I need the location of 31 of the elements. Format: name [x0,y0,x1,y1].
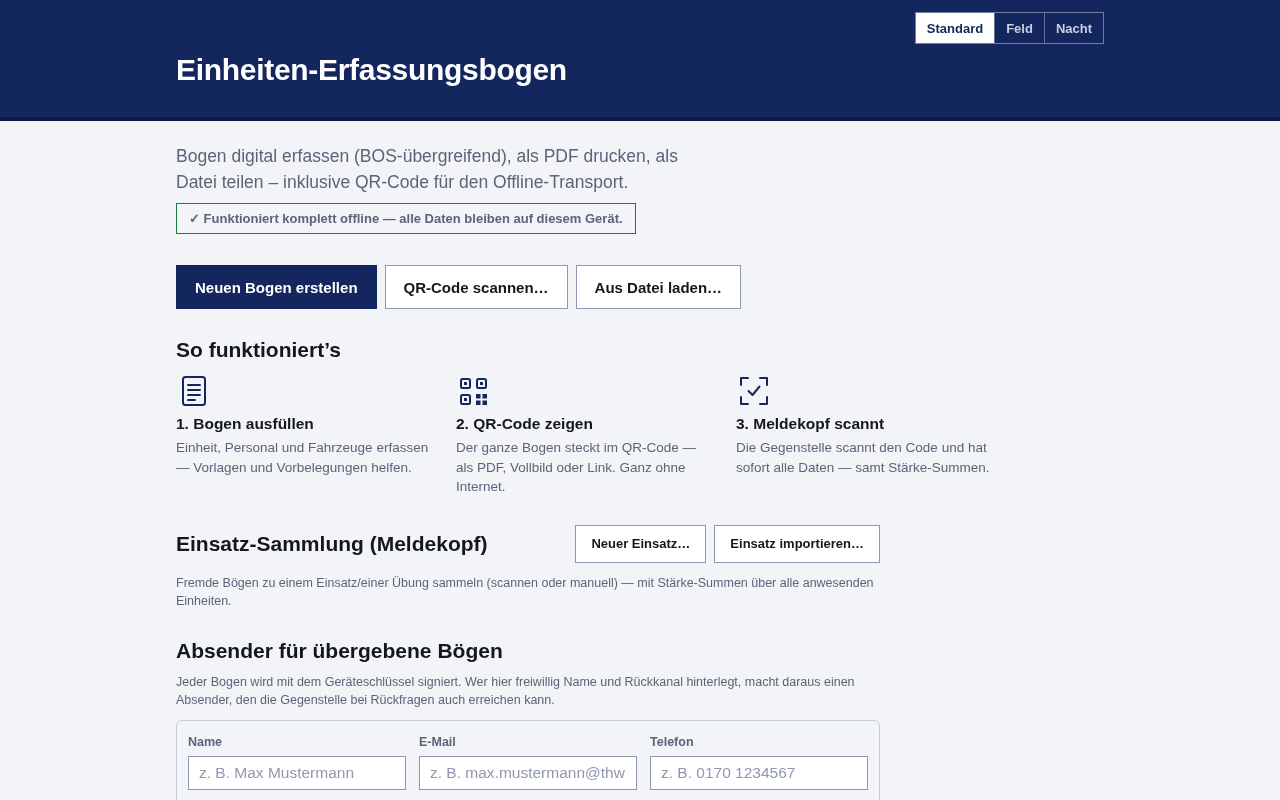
step-title: 2. QR-Code zeigen [456,414,594,434]
theme-option[interactable]: Standard [915,13,995,43]
intro-text: Bogen digital erfassen (BOS-übergreifend), als PDF drucken, als Datei teilen – inklusive QR-Code für den Offline-Transport. [176,145,679,194]
input-field[interactable]: z. B. 0170 1234567 [650,755,868,790]
section-heading: Einsatz-Sammlung (Meldekopf) [176,530,488,557]
create-form-button[interactable]: Neuen Bogen erstellen [176,265,377,309]
action-button[interactable]: Aus Datei laden… [575,265,742,309]
step-description: Einheit, Personal und Fahrzeuge erfassen — Vorlagen und Vorbelegungen helfen. [176,439,430,477]
input-field[interactable]: z. B. max.mustermann@thw [419,755,637,790]
step-title: 3. Meldekopf scannt [736,414,886,434]
collection-button[interactable]: Einsatz importieren… [714,524,880,563]
field-label: Telefon [650,733,694,750]
page-title: Einheiten-Erfassungsbogen [176,52,568,88]
field-label: E-Mail [419,733,456,750]
document-icon [182,376,206,406]
scan-check-icon [740,377,768,405]
offline-notice: ✓ Funktioniert komplett offline — alle Daten bleiben auf diesem Gerät. [176,203,636,234]
qr-code-icon [460,377,487,405]
theme-option[interactable]: Nacht [1043,13,1103,43]
input-field[interactable]: z. B. Max Mustermann [188,755,406,790]
section-description: Jeder Bogen wird mit dem Geräteschlüssel signiert. Wer hier freiwillig Name und Rückkanal hinterlegt, macht daraus einen Absender, den die Gegenstelle bei Rückfragen auch erreichen kann. [176,673,856,709]
section-description: Fremde Bögen zu einem Einsatz/einer Übung sammeln (scannen oder manuell) — mit Stärke-Summen über alle anwesenden Einheiten. [176,574,875,610]
step-description: Die Gegenstelle scannt den Code und hat sofort alle Daten — samt Stärke-Summen. [736,439,991,477]
theme-option[interactable]: Feld [994,13,1044,43]
step-title: 1. Bogen ausfüllen [176,414,315,434]
field-label: Name [188,733,223,750]
collection-button[interactable]: Neuer Einsatz… [575,524,707,563]
step-description: Der ganze Bogen steckt im QR-Code — als PDF, Vollbild oder Link. Ganz ohne Internet. [456,439,698,496]
section-heading: So funktioniert’s [176,337,342,363]
section-heading: Absender für übergebene Bögen [176,637,504,664]
action-button[interactable]: QR-Code scannen… [384,265,568,309]
